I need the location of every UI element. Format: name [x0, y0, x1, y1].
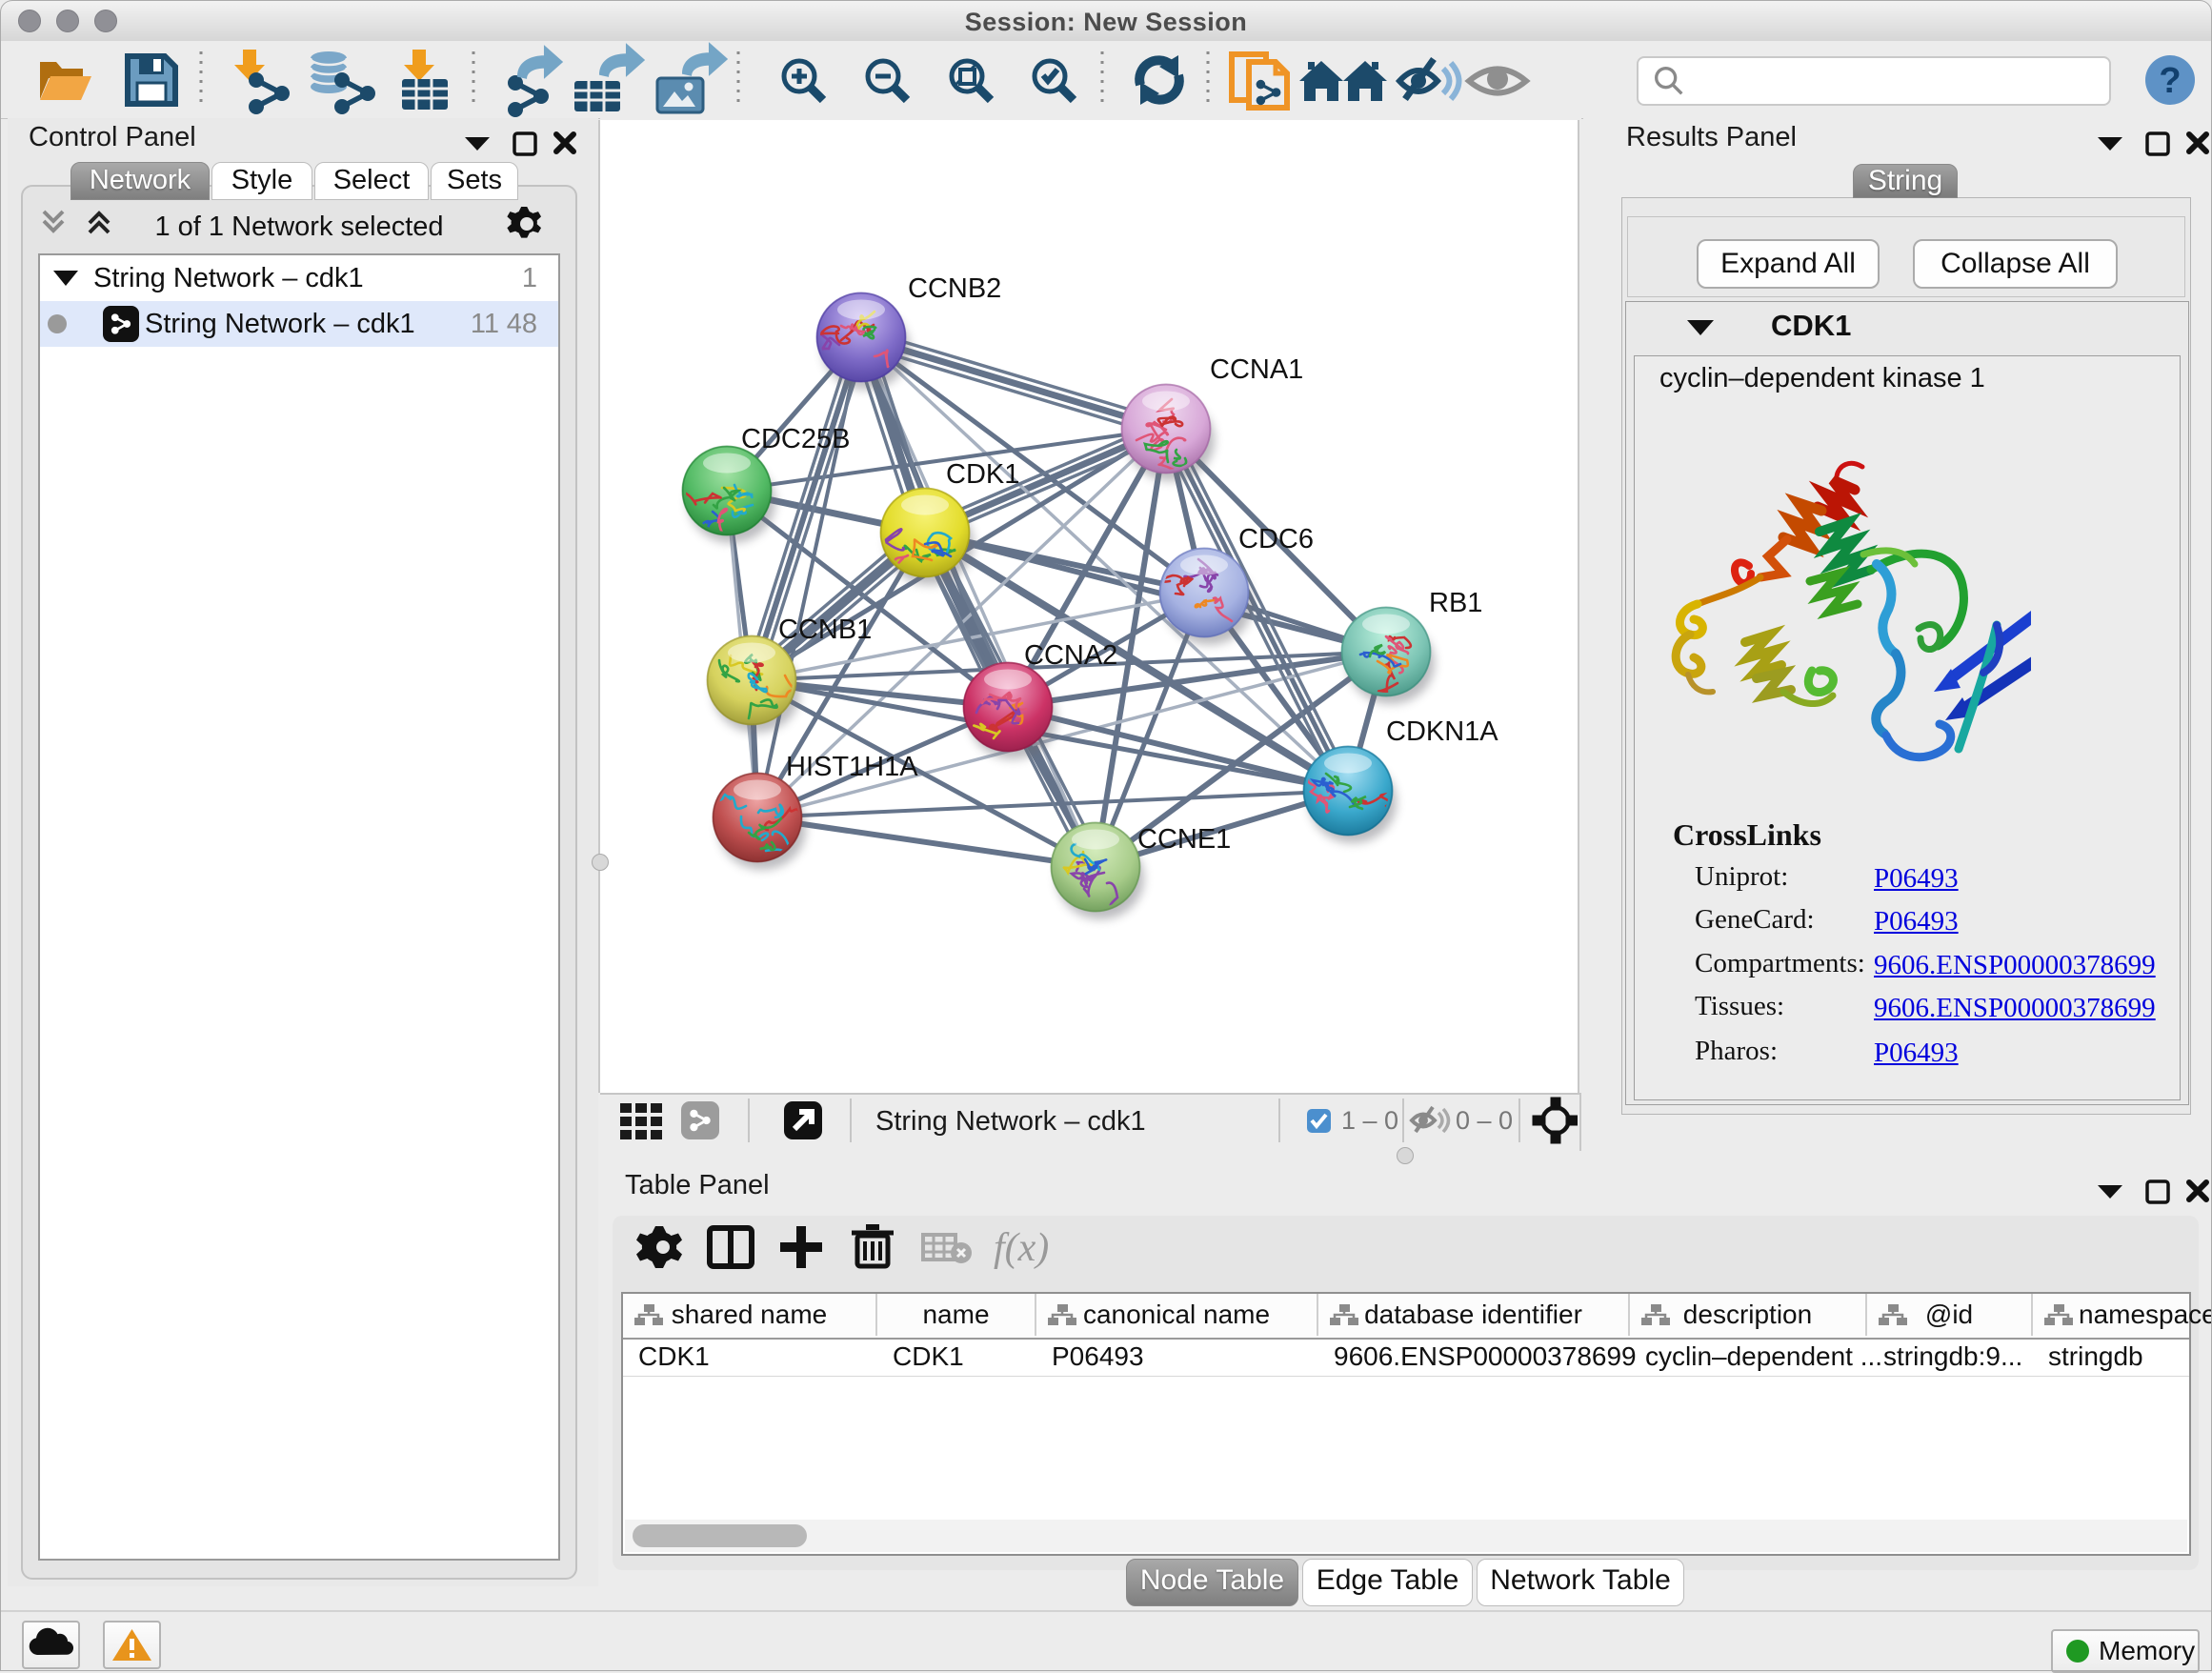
svg-text:CCNA1: CCNA1	[1210, 354, 1303, 385]
svg-text:?: ?	[2159, 61, 2181, 101]
svg-text:CDK1: CDK1	[946, 459, 1019, 490]
svg-text:CCNB2: CCNB2	[908, 273, 1001, 304]
svg-text:CDC25B: CDC25B	[741, 424, 850, 454]
svg-text:HIST1H1A: HIST1H1A	[786, 752, 918, 782]
svg-text:CDKN1A: CDKN1A	[1386, 716, 1498, 747]
svg-text:CDC6: CDC6	[1238, 524, 1314, 554]
svg-text:String Network – cdk1: String Network – cdk1	[875, 1106, 1146, 1137]
svg-text:RB1: RB1	[1429, 588, 1482, 618]
svg-text:CCNB1: CCNB1	[778, 615, 872, 645]
svg-text:0 – 0: 0 – 0	[1456, 1106, 1513, 1135]
svg-text:f(x): f(x)	[994, 1226, 1049, 1270]
svg-text:CCNE1: CCNE1	[1137, 824, 1231, 855]
svg-text:1 – 0: 1 – 0	[1341, 1106, 1398, 1135]
svg-text:CCNA2: CCNA2	[1024, 640, 1117, 671]
